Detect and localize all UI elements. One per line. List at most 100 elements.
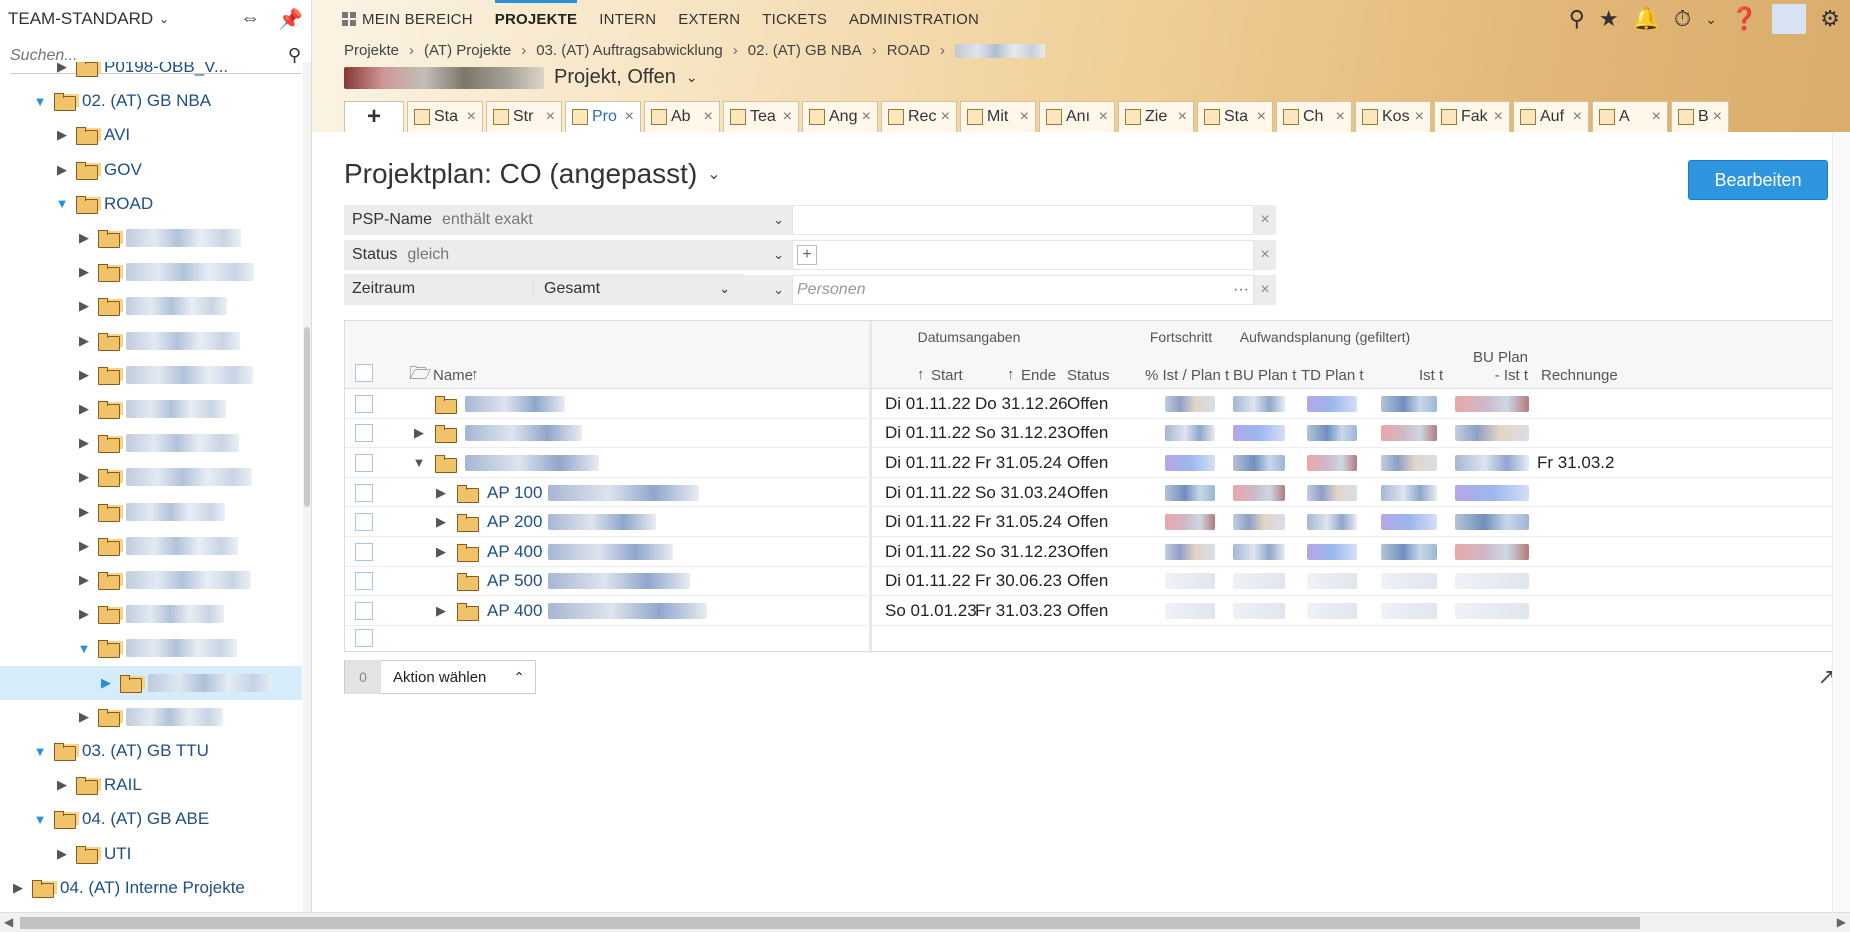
tree-item[interactable]: ▶ AVI <box>0 118 302 152</box>
nav-item-administration[interactable]: ADMINISTRATION <box>849 0 979 38</box>
clear-filter-icon[interactable]: × <box>1254 205 1276 235</box>
pin-icon[interactable]: 📌 <box>278 7 303 32</box>
col-bu-plan[interactable]: BU Plan t <box>1233 367 1296 384</box>
zeitraum-value[interactable]: Gesamt <box>534 280 719 298</box>
tab-item[interactable]: A × <box>1592 101 1668 132</box>
tree-item[interactable]: ▶ <box>0 665 302 700</box>
table-row[interactable]: ▶ Di 01.11.22 So 31.12.23 Offen <box>345 419 1850 449</box>
nav-item-extern[interactable]: EXTERN <box>678 0 740 38</box>
close-icon[interactable]: × <box>1652 108 1661 126</box>
clear-filter-icon[interactable]: × <box>1254 275 1276 305</box>
tree-item[interactable]: ▶ <box>0 392 302 426</box>
collapse-toggle-icon[interactable]: ▼ <box>52 196 72 211</box>
tree-item[interactable]: ▶ <box>0 221 302 255</box>
expand-toggle-icon[interactable]: ▶ <box>52 127 72 143</box>
close-icon[interactable]: × <box>625 108 634 126</box>
close-icon[interactable]: × <box>1713 108 1722 126</box>
tree-item[interactable]: ▶ <box>0 460 302 494</box>
action-select[interactable]: 0 Aktion wählen ⌃ <box>344 660 536 694</box>
tree-item[interactable]: ▶ P0198-ÖBB_V... <box>0 62 302 84</box>
tree-item[interactable]: ▼ 03. (AT) GB TTU <box>0 734 302 768</box>
tab-item[interactable]: Ab × <box>644 101 720 132</box>
filter-value-input[interactable]: Personen ··· <box>792 275 1254 305</box>
tree-item[interactable]: ▶ <box>0 700 302 734</box>
tab-item[interactable]: Rec × <box>881 101 957 132</box>
close-icon[interactable]: × <box>1020 108 1029 126</box>
row-name[interactable]: AP 200 <box>487 512 542 532</box>
tree-item[interactable]: ▶ <box>0 358 302 392</box>
table-row[interactable]: ▶ AP 200 Di 01.11.22 Fr 31.05.24 Offen <box>345 507 1850 537</box>
expand-toggle-icon[interactable]: ▶ <box>74 572 94 588</box>
expand-toggle-icon[interactable]: ▶ <box>74 435 94 451</box>
expand-toggle-icon[interactable]: ▶ <box>74 264 94 280</box>
search-icon[interactable]: ⚲ <box>1569 6 1585 32</box>
row-checkbox[interactable] <box>355 601 373 620</box>
star-icon[interactable]: ★ <box>1599 6 1619 32</box>
chevron-down-icon[interactable]: ⌄ <box>773 282 784 298</box>
collapse-toggle-icon[interactable]: ▼ <box>30 812 50 827</box>
tab-item[interactable]: Anı × <box>1039 101 1115 132</box>
row-checkbox[interactable] <box>355 513 373 532</box>
tree-item[interactable]: ▶ <box>0 324 302 358</box>
collapse-toggle-icon[interactable]: ▼ <box>30 94 50 109</box>
chevron-down-icon[interactable]: ⌄ <box>1705 11 1717 28</box>
expand-toggle-icon[interactable]: ▶ <box>74 367 94 383</box>
row-checkbox[interactable] <box>355 394 373 413</box>
collapse-toggle-icon[interactable]: ▼ <box>411 455 427 470</box>
avatar[interactable] <box>1772 4 1807 34</box>
sidebar-scrollbar[interactable] <box>303 62 311 912</box>
more-icon[interactable]: ··· <box>1233 281 1249 299</box>
col-td-plan[interactable]: TD Plan t <box>1301 367 1364 384</box>
tree-item[interactable]: ▶ <box>0 426 302 460</box>
breadcrumb-item[interactable]: 02. (AT) GB NBA <box>748 42 862 59</box>
tree-item[interactable]: ▶ GOV <box>0 153 302 187</box>
expand-toggle-icon[interactable]: ▶ <box>74 538 94 554</box>
expand-toggle-icon[interactable]: ▶ <box>52 62 72 75</box>
zeitraum-filter[interactable]: Zeitraum Gesamt ⌄ <box>344 274 744 304</box>
row-checkbox[interactable] <box>355 453 373 472</box>
chevron-down-icon[interactable]: ⌄ <box>773 247 784 263</box>
expand-toggle-icon[interactable]: ▶ <box>74 333 94 349</box>
action-label[interactable]: Aktion wählen <box>381 669 513 686</box>
scroll-left-icon[interactable]: ◀ <box>4 915 13 929</box>
close-icon[interactable]: × <box>862 108 871 126</box>
tab-item[interactable]: Pro × <box>565 101 641 132</box>
expand-toggle-icon[interactable]: ▶ <box>74 606 94 622</box>
tab-item[interactable]: Str × <box>486 101 562 132</box>
row-name[interactable]: AP 100 <box>487 483 542 503</box>
breadcrumb-item[interactable]: 03. (AT) Auftragsabwicklung <box>536 42 722 59</box>
collapse-panel-icon[interactable]: ⇔ <box>240 7 260 32</box>
breadcrumb-item[interactable]: (AT) Projekte <box>424 42 511 59</box>
tree-item[interactable]: ▼ 04. (AT) GB ABE <box>0 802 302 836</box>
close-icon[interactable]: × <box>941 108 950 126</box>
add-tab-button[interactable]: + <box>344 101 404 132</box>
chevron-down-icon[interactable]: ⌄ <box>773 212 784 228</box>
tree-item[interactable]: ▼ ROAD <box>0 187 302 221</box>
expand-toggle-icon[interactable]: ▶ <box>433 544 449 560</box>
bell-icon[interactable]: 🔔 <box>1633 6 1660 32</box>
col-pct[interactable]: % Ist / Plan t <box>1145 367 1229 384</box>
nav-item-projekte[interactable]: PROJEKTE <box>494 0 578 38</box>
row-checkbox[interactable] <box>355 629 373 647</box>
plus-icon[interactable]: + <box>797 245 817 265</box>
expand-toggle-icon[interactable]: ▶ <box>52 162 72 178</box>
col-status[interactable]: Status <box>1067 367 1110 384</box>
close-icon[interactable]: × <box>1494 108 1503 126</box>
tree-item[interactable]: ▶ <box>0 289 302 323</box>
row-checkbox[interactable] <box>355 483 373 502</box>
tree-item[interactable]: ▶ <box>0 563 302 597</box>
team-selector[interactable]: TEAM-STANDARD <box>8 9 153 29</box>
stopwatch-icon[interactable]: ⏱ <box>1674 6 1691 32</box>
filter-field[interactable]: PSP-Name enthält exakt ⌄ <box>344 205 792 235</box>
select-all-checkbox[interactable] <box>355 364 373 382</box>
row-name[interactable]: AP 400 <box>487 542 542 562</box>
person-filter-input[interactable]: Personen <box>797 281 866 299</box>
close-icon[interactable]: × <box>546 108 555 126</box>
col-name[interactable]: Name <box>433 367 473 384</box>
row-checkbox[interactable] <box>355 572 373 591</box>
table-row[interactable]: ▶ AP 400 So 01.01.23 Fr 31.03.23 Offen <box>345 596 1850 626</box>
col-start[interactable]: Start <box>931 367 963 384</box>
row-name[interactable]: AP 400 <box>487 601 542 621</box>
close-icon[interactable]: × <box>1178 108 1187 126</box>
chevron-down-icon[interactable]: ⌄ <box>707 164 720 184</box>
